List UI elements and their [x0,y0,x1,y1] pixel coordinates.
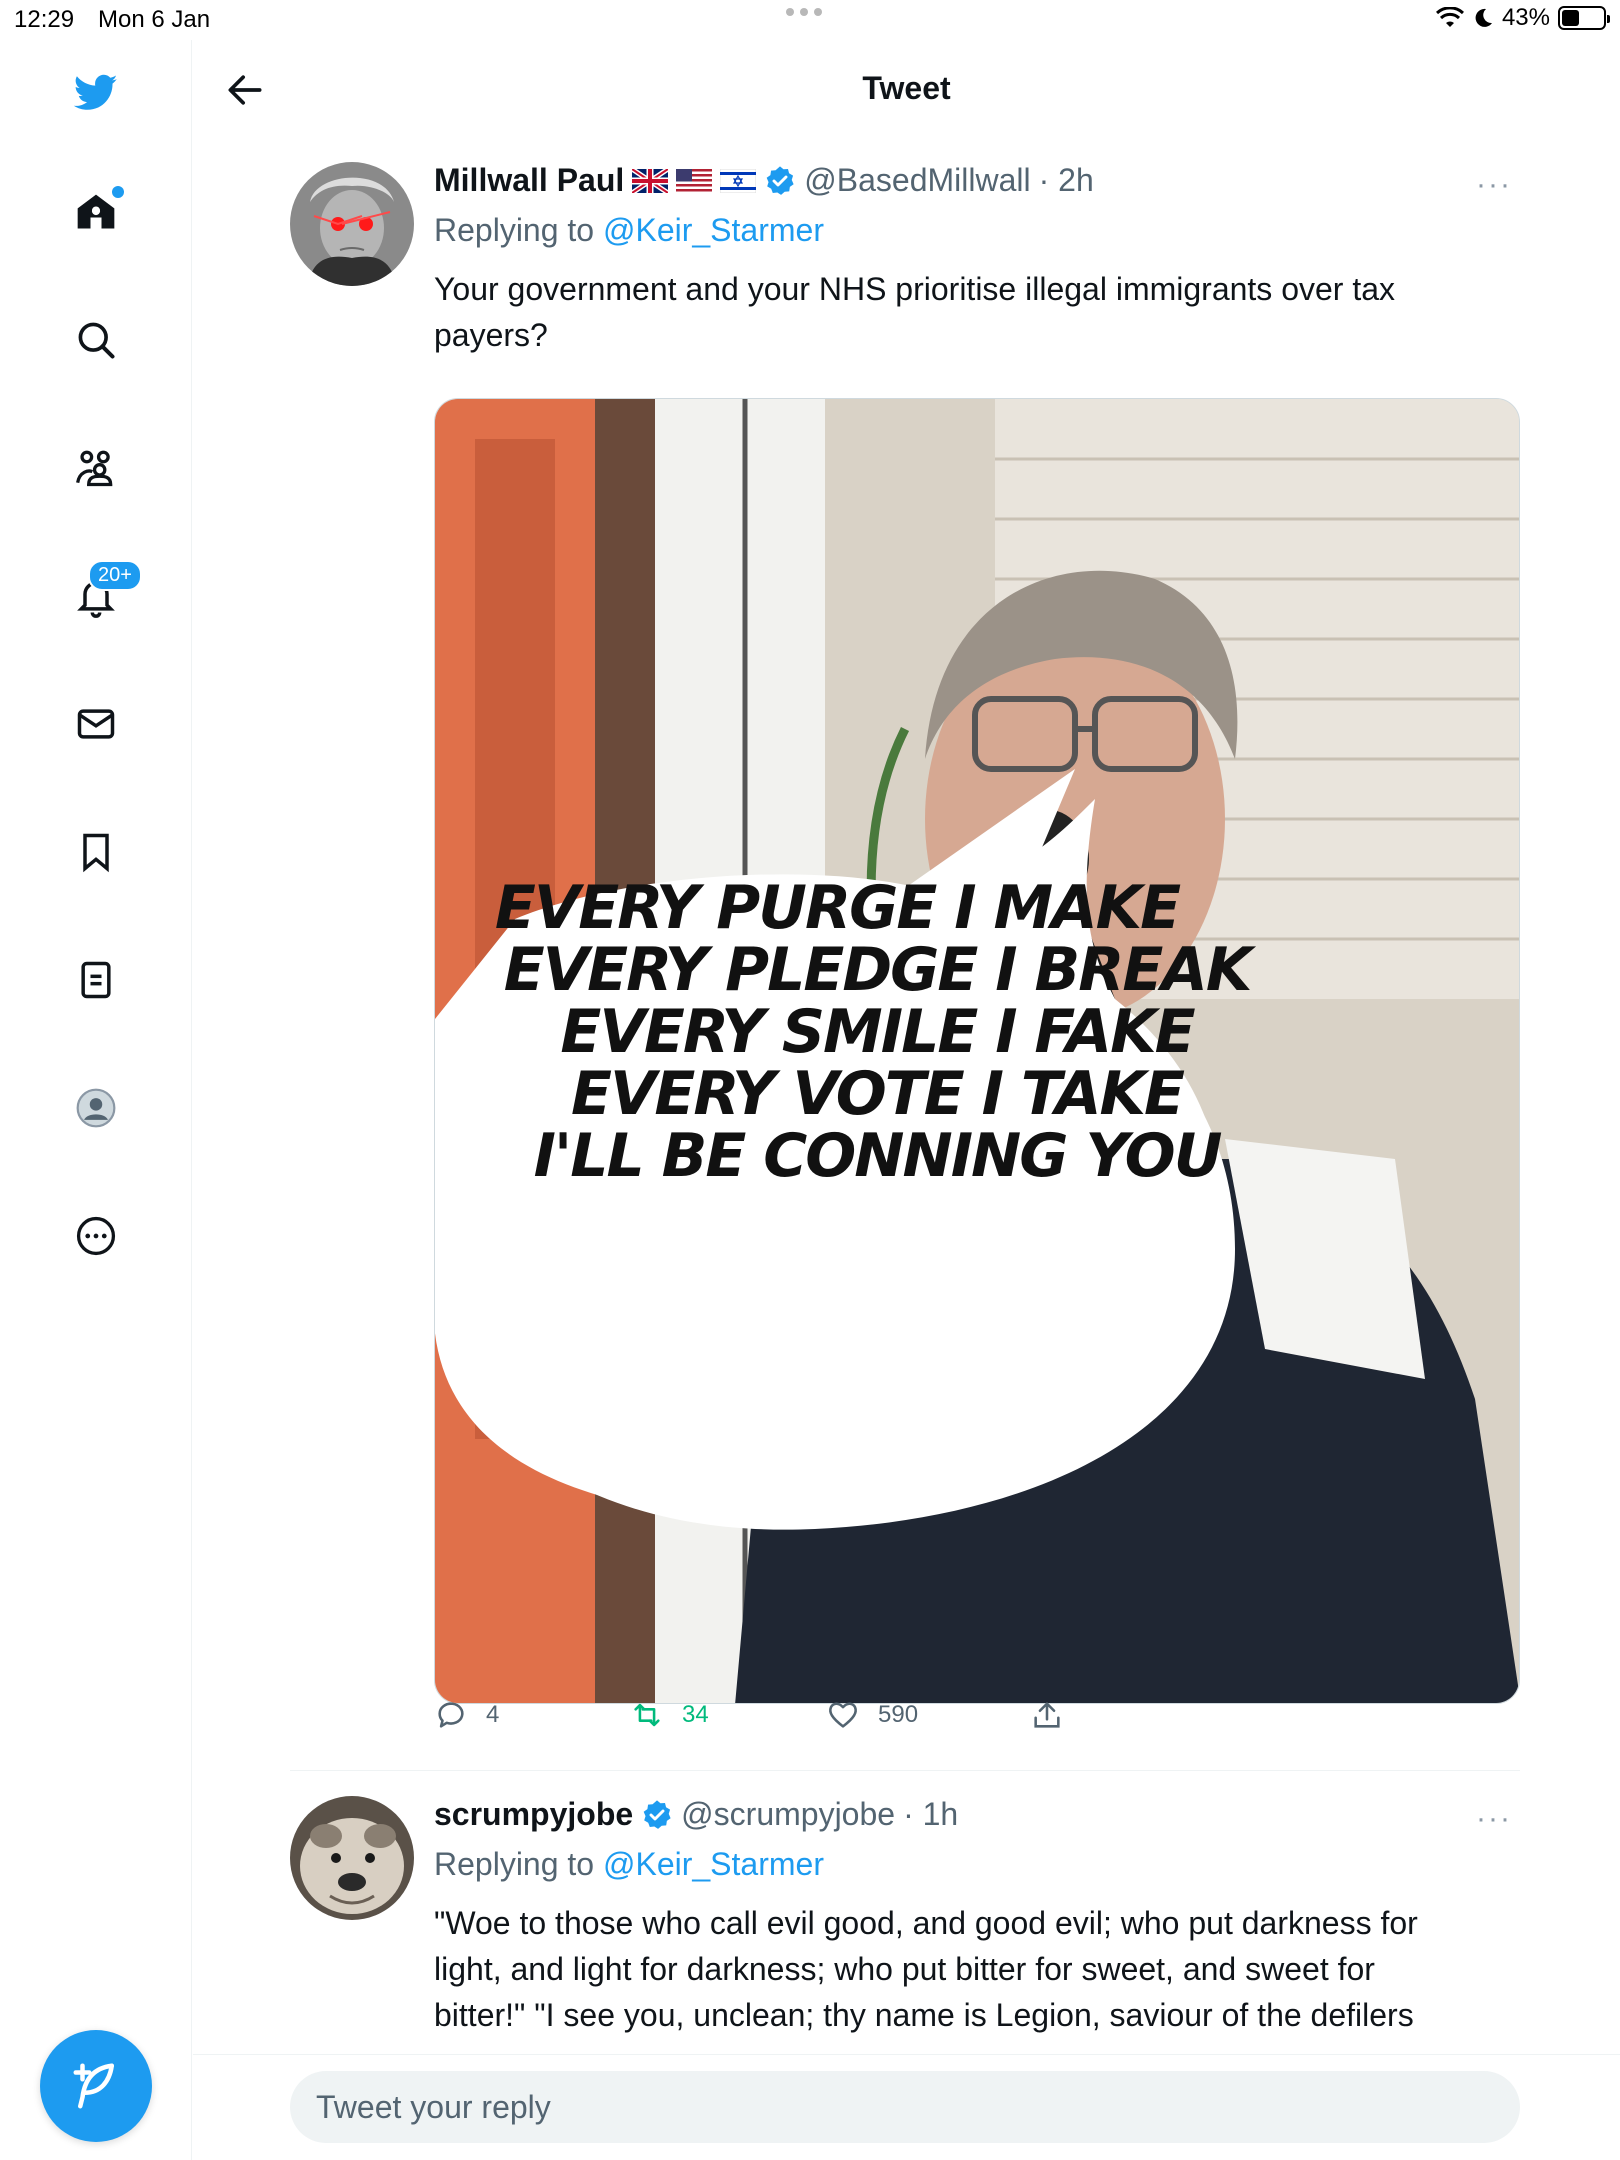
bookmarks-icon[interactable] [66,822,126,882]
status-bar: 12:29 Mon 6 Jan 43% [0,0,1620,40]
twitter-logo-icon[interactable] [66,62,126,122]
reply-input[interactable] [290,2071,1520,2143]
image-caption-line: EVERY SMILE I FAKE [560,997,1195,1067]
tweet-author-row: Millwall Paul @BasedMillwall · 2h [434,162,1094,199]
tweet-actions: 4 34 590 [434,1698,1520,1742]
battery-level [1562,10,1580,26]
tweet-text-line: Your government and your NHS prioritise … [434,271,1396,307]
heart-icon [829,1702,857,1728]
retweet-icon [634,1703,660,1727]
author-name[interactable]: scrumpyjobe [434,1796,633,1833]
like-button[interactable]: 590 [826,1698,918,1732]
tweet-author-row: scrumpyjobe @scrumpyjobe · 1h [434,1796,958,1833]
tweet-text: "Woe to those who call evil good, and go… [434,1900,1418,2038]
author-handle[interactable]: @BasedMillwall [804,162,1030,199]
retweet-button[interactable]: 34 [630,1698,709,1732]
tweet-text: Your government and your NHS prioritise … [434,266,1395,358]
main-tweet: Millwall Paul @BasedMillwall · 2h ··· Re… [290,162,1520,1772]
image-caption-line: EVERY PURGE I MAKE [494,873,1181,943]
lists-icon[interactable] [66,950,126,1010]
page-title: Tweet [862,70,951,106]
reply-tweet: scrumpyjobe @scrumpyjobe · 1h ··· Replyi… [290,1796,1520,2056]
like-count: 590 [878,1701,919,1728]
tweet-more-icon[interactable]: ··· [1476,168,1512,202]
tweet-time: · 2h [1038,162,1094,198]
replying-to-mention[interactable]: @Keir_Starmer [603,1846,824,1882]
feather-plus-icon [73,2063,114,2109]
communities-icon[interactable] [66,438,126,498]
avatar[interactable] [290,1796,414,1920]
profile-icon[interactable] [66,1078,126,1138]
notifications-badge: 20+ [88,560,142,591]
messages-icon[interactable] [66,694,126,754]
author-handle[interactable]: @scrumpyjobe [681,1796,895,1833]
image-caption-line: EVERY PLEDGE I BREAK [503,935,1253,1005]
retweet-count: 34 [682,1701,709,1728]
replying-to-label: Replying to [434,212,595,248]
reply-icon [438,1702,464,1728]
wifi-icon [1435,7,1464,27]
uk-flag-icon [632,168,669,193]
tweet-time: · 1h [903,1796,959,1832]
battery-percent: 43% [1501,4,1550,31]
moon-icon [1475,8,1492,27]
battery-icon [1558,6,1610,30]
tweet-text-line: bitter!" "I see you, unclean; thy name i… [434,1997,1414,2033]
more-options-icon[interactable] [66,1206,126,1266]
replying-to: Replying to @Keir_Starmer [434,1846,824,1883]
compose-tweet-button[interactable] [40,2030,152,2142]
notifications-bell-icon[interactable]: 20+ [66,560,142,626]
image-caption-line: I'LL BE CONNING YOU [533,1121,1223,1191]
status-date: Mon 6 Jan [98,6,211,33]
reply-count: 4 [486,1701,500,1728]
image-caption-line: EVERY VOTE I TAKE [570,1059,1185,1129]
tweet-text-line: light, and light for darkness; who put b… [434,1951,1375,1987]
us-flag-icon [676,168,713,193]
tweet-more-icon[interactable]: ··· [1476,1802,1512,1836]
replying-to-mention[interactable]: @Keir_Starmer [603,212,824,248]
reply-composer [193,2054,1620,2160]
tweet-header: Tweet [193,40,1620,140]
author-name[interactable]: Millwall Paul [434,162,624,199]
tweet-divider [290,1770,1520,1771]
verified-badge-icon [766,165,794,195]
replying-to-label: Replying to [434,1846,595,1882]
home-icon[interactable] [66,182,126,242]
share-button[interactable] [1030,1698,1064,1732]
verified-badge-icon [643,1799,671,1829]
tweet-text-line: payers? [434,317,548,353]
israel-flag-icon [720,168,757,193]
share-icon [1034,1702,1060,1728]
search-icon[interactable] [66,310,126,370]
sidebar: 20+ [0,40,192,2160]
tweet-image[interactable]: EVERY PURGE I MAKE EVERY PLEDGE I BREAK … [434,398,1520,1704]
avatar[interactable] [290,162,414,286]
replying-to: Replying to @Keir_Starmer [434,212,824,249]
status-time: 12:29 [14,6,75,33]
tweet-text-line: "Woe to those who call evil good, and go… [434,1905,1418,1941]
multitasking-dots-icon[interactable] [786,8,822,16]
reply-button[interactable]: 4 [434,1698,499,1732]
home-unread-dot [112,186,124,198]
